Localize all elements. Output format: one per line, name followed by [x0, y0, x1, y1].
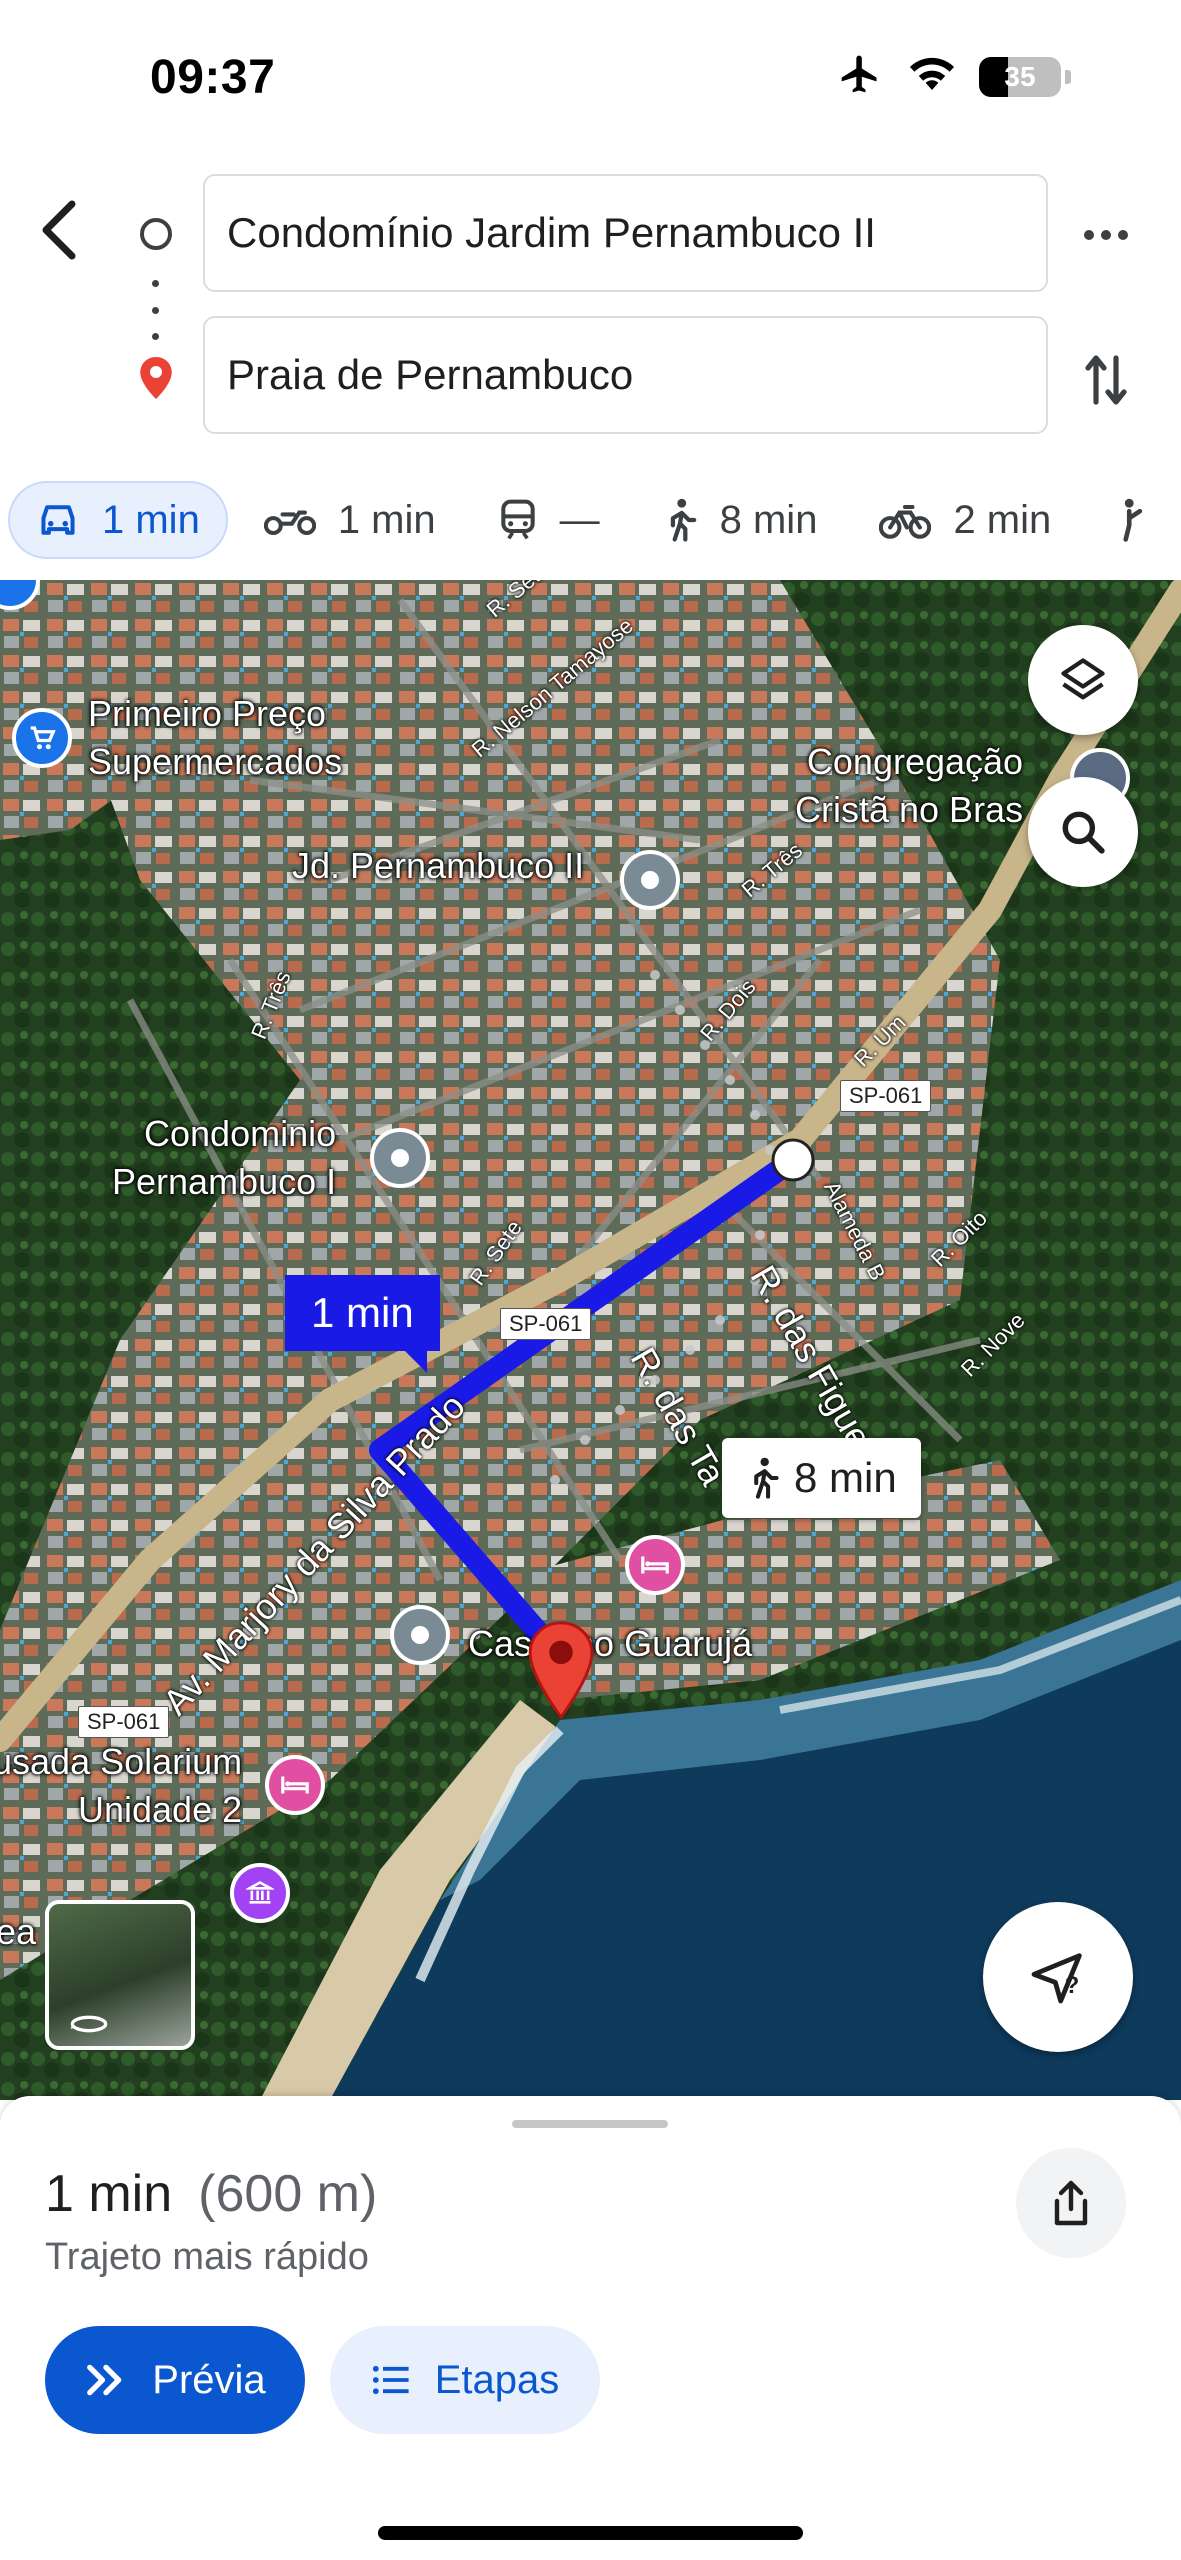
destination-marker-icon[interactable]	[525, 1620, 597, 1725]
hotel-icon[interactable]	[625, 1535, 685, 1595]
home-indicator[interactable]	[378, 2526, 803, 2540]
share-button[interactable]	[1016, 2148, 1126, 2258]
car-icon	[41, 505, 75, 535]
route-header: Condomínio Jardim Pernambuco II Praia de…	[0, 150, 1181, 450]
steps-label: Etapas	[434, 2357, 560, 2402]
place-pin-icon[interactable]	[390, 1605, 450, 1665]
tab-bike-label: 2 min	[953, 497, 1052, 542]
wifi-icon	[907, 54, 957, 99]
route-dots-icon	[152, 280, 160, 340]
museum-icon[interactable]	[230, 1863, 290, 1923]
label-pousada-solarium[interactable]: usada Solarium Unidade 2	[0, 1738, 242, 1834]
tab-motorcycle-label: 1 min	[337, 497, 436, 542]
swap-icon[interactable]	[1071, 340, 1141, 420]
walk-callout-label: 8 min	[794, 1454, 897, 1501]
search-icon	[1062, 811, 1105, 854]
sheet-drag-handle[interactable]	[512, 2120, 668, 2128]
status-icons: 35	[835, 52, 1071, 101]
navigation-question-icon: ?	[1031, 1953, 1082, 2004]
tab-walk-label: 8 min	[719, 497, 818, 542]
bike-icon	[879, 504, 932, 539]
svg-text:?: ?	[1065, 1972, 1080, 1999]
shopping-cart-icon[interactable]	[12, 708, 72, 768]
steps-button[interactable]: Etapas	[330, 2326, 600, 2434]
hotel-icon[interactable]	[265, 1755, 325, 1815]
status-time: 09:37	[150, 51, 276, 104]
route-duration: 1 min	[45, 2165, 173, 2223]
street-view-rotate-icon	[70, 2015, 108, 2033]
more-options-icon[interactable]	[1071, 210, 1141, 260]
label-jd-pernambuco[interactable]: Jd. Pernambuco II	[292, 842, 584, 890]
travel-mode-tabs: 1 min 1 min — 8 min 2 min	[0, 460, 1181, 580]
double-chevron-icon	[87, 2364, 122, 2396]
back-button[interactable]	[30, 190, 90, 270]
walk-icon	[754, 1457, 779, 1499]
road-badge-sp061: SP-061	[78, 1706, 170, 1738]
tab-car[interactable]: 1 min	[8, 481, 228, 559]
label-primeiro-preco[interactable]: Primeiro Preço Supermercados	[88, 690, 342, 786]
tab-bike[interactable]: 2 min	[853, 481, 1077, 559]
road-badge-sp061: SP-061	[500, 1308, 592, 1340]
destination-field[interactable]: Praia de Pernambuco	[203, 316, 1048, 434]
list-icon	[372, 2365, 409, 2395]
route-description: Trajeto mais rápido	[45, 2236, 369, 2278]
preview-button[interactable]: Prévia	[45, 2326, 305, 2434]
preview-label: Prévia	[152, 2357, 266, 2402]
destination-pin-icon	[138, 355, 174, 406]
street-view-thumbnail[interactable]	[45, 1900, 195, 2050]
train-icon	[500, 499, 535, 540]
walk-icon	[670, 498, 696, 542]
road-badge-sp061: SP-061	[840, 1080, 932, 1112]
airplane-icon	[835, 52, 885, 101]
route-summary-sheet: 1 min (600 m) Trajeto mais rápido Prévia…	[0, 2096, 1181, 2560]
navigation-help-button[interactable]: ?	[983, 1902, 1133, 2052]
route-summary: 1 min (600 m)	[45, 2164, 377, 2224]
tab-transit-label: —	[559, 497, 600, 542]
tab-motorcycle[interactable]: 1 min	[238, 481, 462, 559]
tab-transit[interactable]: —	[472, 481, 626, 559]
tab-car-label: 1 min	[102, 497, 200, 542]
status-bar: 09:37 35	[0, 0, 1181, 150]
motorcycle-icon	[263, 510, 316, 536]
route-distance: (600 m)	[198, 2165, 378, 2223]
walk-time-callout[interactable]: 8 min	[722, 1438, 921, 1518]
battery-cap	[1065, 69, 1071, 84]
label-casar-guaruja[interactable]: Casar no Guarujá	[468, 1620, 752, 1668]
search-button[interactable]	[1028, 777, 1138, 887]
layers-button[interactable]	[1028, 625, 1138, 735]
drive-time-callout[interactable]: 1 min	[285, 1275, 440, 1373]
label-edge[interactable]: ea	[0, 1908, 36, 1956]
origin-field[interactable]: Condomínio Jardim Pernambuco II	[203, 174, 1048, 292]
origin-circle-icon	[140, 218, 172, 250]
share-icon	[1054, 2180, 1088, 2226]
battery-indicator: 35	[979, 56, 1061, 97]
layers-icon	[1061, 658, 1105, 700]
rideshare-icon	[1123, 498, 1143, 542]
tab-more-modes[interactable]	[1087, 481, 1175, 559]
map-view[interactable]: Primeiro Preço Supermercados Congregação…	[0, 580, 1181, 2100]
label-congregacao[interactable]: Congregação Cristã no Bras	[795, 738, 1023, 834]
back-arrow-icon	[42, 200, 76, 260]
label-condominio-pernambuco[interactable]: Condominio Pernambuco I	[112, 1110, 336, 1206]
battery-percent: 35	[1004, 60, 1036, 92]
tab-walk[interactable]: 8 min	[636, 481, 844, 559]
neighborhood-pin-icon[interactable]	[620, 850, 680, 910]
neighborhood-pin-icon[interactable]	[370, 1128, 430, 1188]
